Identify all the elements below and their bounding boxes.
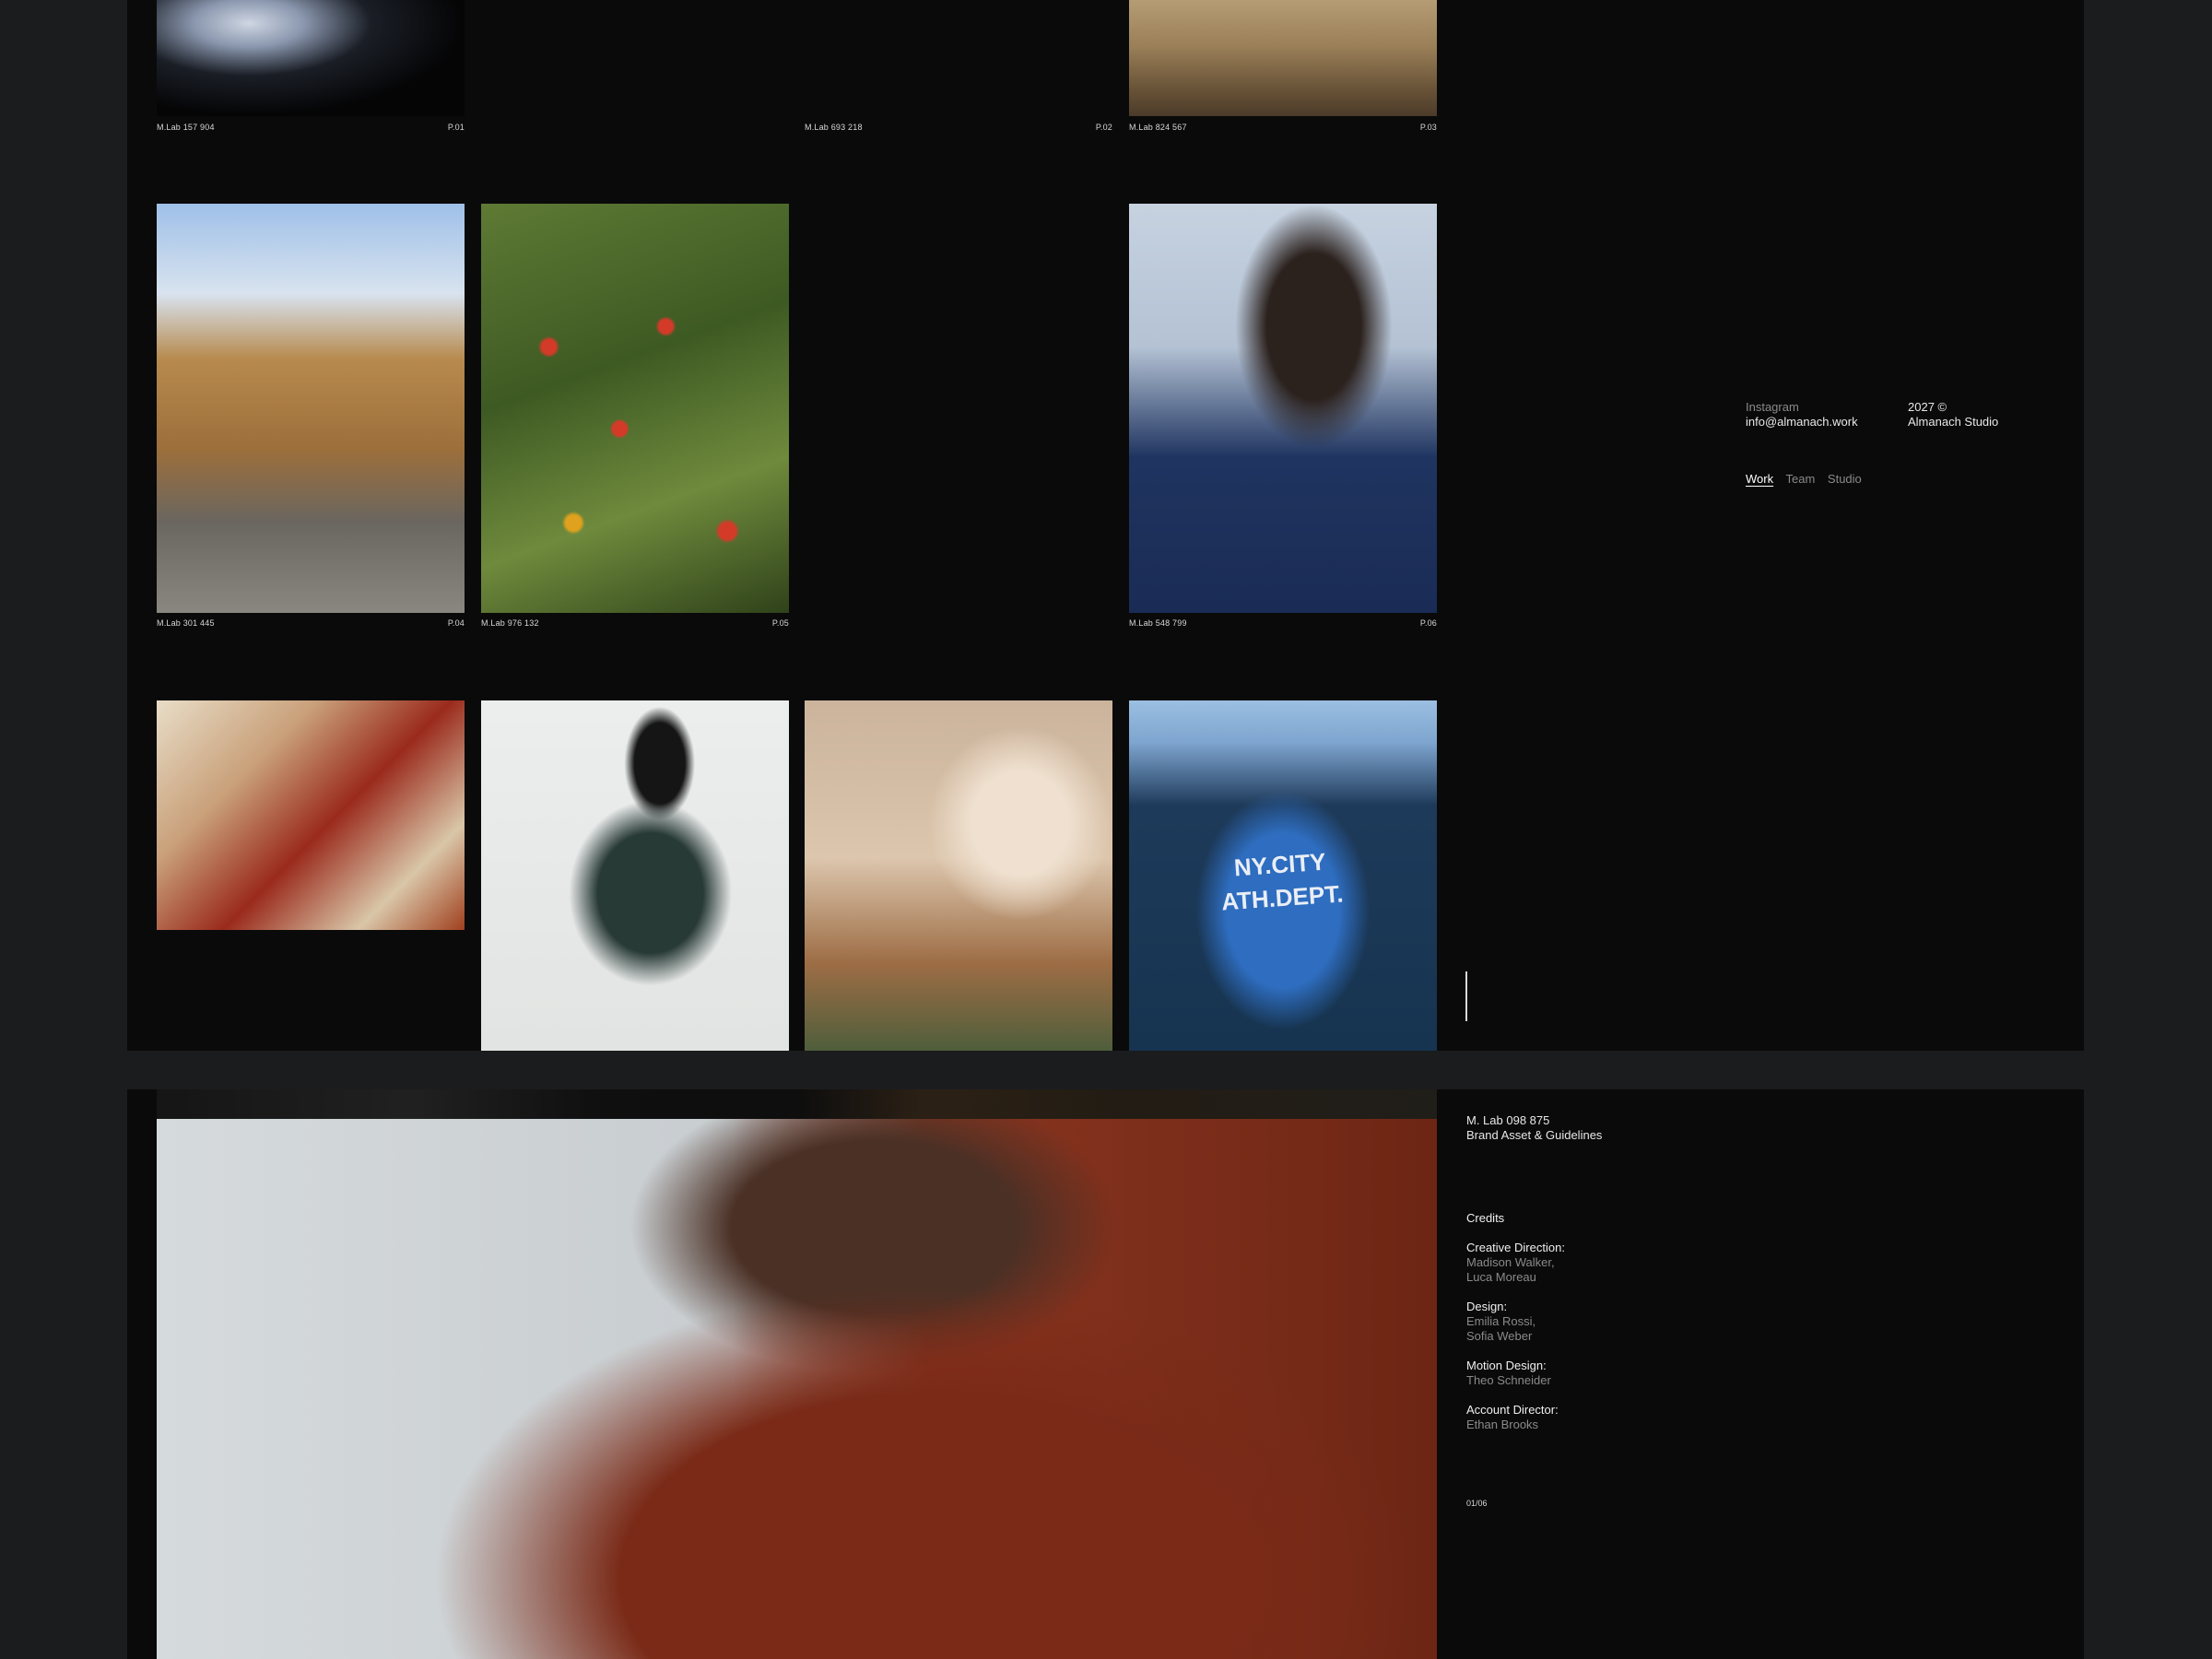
- gallery-image-p04[interactable]: [157, 204, 465, 613]
- project-hero-image[interactable]: [157, 1119, 1437, 1659]
- credit-design: Design: Emilia Rossi, Sofia Weber: [1466, 1300, 1565, 1344]
- project-panel: M. Lab 098 875 Brand Asset & Guidelines …: [127, 1089, 2084, 1659]
- caption-page: P.06: [1419, 618, 1437, 628]
- contact-block: Instagram info@almanach.work: [1746, 400, 1858, 429]
- credit-motion-design: Motion Design: Theo Schneider: [1466, 1359, 1565, 1388]
- jacket-print: NY.CITY ATH.DEPT.: [1210, 843, 1353, 919]
- gallery-panel: M.Lab 157 904 P.01 M.Lab 693 218 P.02 M.…: [127, 0, 2084, 1051]
- gallery-caption-p03: M.Lab 824 567 P.03: [1129, 121, 1437, 134]
- email-link[interactable]: info@almanach.work: [1746, 415, 1858, 429]
- credit-account-director: Account Director: Ethan Brooks: [1466, 1403, 1565, 1432]
- credit-creative-direction: Creative Direction: Madison Walker, Luca…: [1466, 1241, 1565, 1285]
- project-title: Brand Asset & Guidelines: [1466, 1128, 1603, 1142]
- copyright-block: 2027 © Almanach Studio: [1908, 400, 1998, 429]
- credit-name: Theo Schneider: [1466, 1373, 1551, 1387]
- gallery-image-p03[interactable]: [1129, 0, 1437, 116]
- credit-name: Ethan Brooks: [1466, 1418, 1539, 1431]
- slide-counter: 01/06: [1466, 1499, 1488, 1508]
- nav-studio[interactable]: Studio: [1828, 472, 1862, 486]
- credit-name: Emilia Rossi,: [1466, 1314, 1536, 1328]
- credit-name: Madison Walker,: [1466, 1255, 1555, 1269]
- project-header: M. Lab 098 875 Brand Asset & Guidelines: [1466, 1113, 1602, 1143]
- caption-page: P.05: [771, 618, 789, 628]
- main-nav: Work Team Studio: [1746, 472, 1871, 487]
- nav-work[interactable]: Work: [1746, 472, 1773, 486]
- nav-team[interactable]: Team: [1786, 472, 1816, 486]
- gallery-image-p09[interactable]: [805, 700, 1112, 1051]
- gallery-caption-p06: M.Lab 548 799 P.06: [1129, 617, 1437, 629]
- caption-page: P.03: [1419, 123, 1437, 132]
- credit-name: Luca Moreau: [1466, 1270, 1536, 1284]
- caption-page: P.02: [1095, 123, 1112, 132]
- hero-peek-strip: [157, 1089, 1437, 1119]
- caption-code: M.Lab 824 567: [1129, 123, 1187, 132]
- credit-role: Motion Design:: [1466, 1359, 1547, 1372]
- caption-page: P.01: [447, 123, 465, 132]
- caption-code: M.Lab 693 218: [805, 123, 863, 132]
- caption-code: M.Lab 157 904: [157, 123, 215, 132]
- caption-code: M.Lab 301 445: [157, 618, 215, 628]
- gallery-image-p10[interactable]: NY.CITY ATH.DEPT.: [1129, 700, 1437, 1051]
- gallery-image-p06[interactable]: [1129, 204, 1437, 613]
- gallery-caption-p01: M.Lab 157 904 P.01: [157, 121, 465, 134]
- credit-role: Creative Direction:: [1466, 1241, 1565, 1254]
- gallery-caption-p05: M.Lab 976 132 P.05: [481, 617, 789, 629]
- project-code: M. Lab 098 875: [1466, 1113, 1550, 1127]
- gallery-image-p07[interactable]: [157, 700, 465, 930]
- gallery-image-p05[interactable]: [481, 204, 789, 613]
- credit-role: Account Director:: [1466, 1403, 1559, 1417]
- caption-code: M.Lab 976 132: [481, 618, 539, 628]
- gallery-caption-p04: M.Lab 301 445 P.04: [157, 617, 465, 629]
- scroll-indicator[interactable]: [1465, 971, 1467, 1021]
- gallery-image-p01[interactable]: [157, 0, 465, 116]
- gallery-image-p08[interactable]: [481, 700, 789, 1051]
- instagram-link[interactable]: Instagram: [1746, 400, 1858, 415]
- studio-name: Almanach Studio: [1908, 415, 1999, 429]
- credit-role: Design:: [1466, 1300, 1508, 1313]
- credits-heading: Credits: [1466, 1211, 1505, 1225]
- copyright-year: 2027 ©: [1908, 400, 1947, 414]
- credit-name: Sofia Weber: [1466, 1329, 1533, 1343]
- credits-block: Credits Creative Direction: Madison Walk…: [1466, 1211, 1565, 1432]
- caption-code: M.Lab 548 799: [1129, 618, 1187, 628]
- gallery-caption-p02: M.Lab 693 218 P.02: [805, 121, 1112, 134]
- caption-page: P.04: [447, 618, 465, 628]
